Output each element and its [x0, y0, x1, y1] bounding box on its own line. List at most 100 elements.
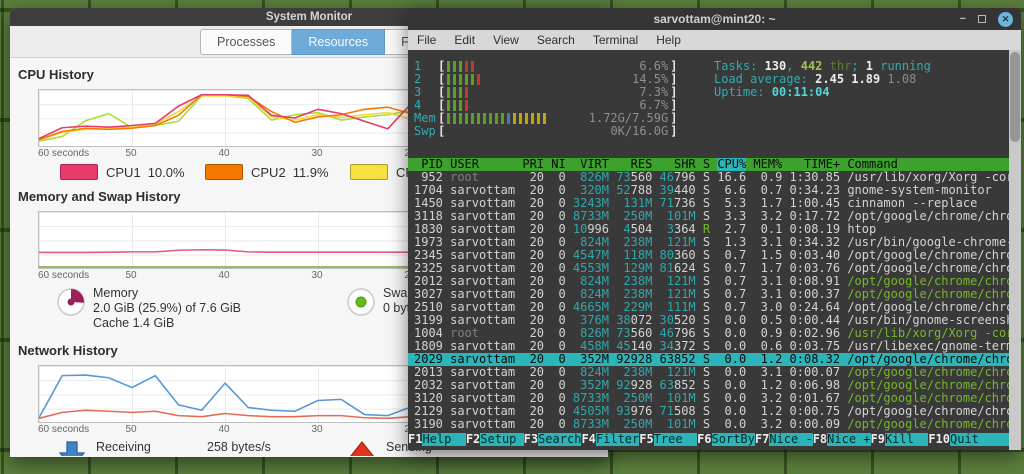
mem-value-low: 504 [630, 223, 653, 236]
cell-user: sarvottam [450, 405, 516, 418]
column-header-shr[interactable]: SHR [660, 158, 696, 171]
menu-item-edit[interactable]: Edit [445, 33, 484, 47]
cell-ni: 0 [558, 197, 566, 210]
process-row[interactable]: 2129 sarvottam 20 0 4505M 93 976 71 508 S 0.0 1.2 0:… [408, 405, 1009, 418]
cell-pid: 2510 [414, 301, 443, 314]
cell-virt: 376M [573, 314, 609, 327]
mem-value-low: 796 [673, 327, 696, 340]
fkey-filter[interactable]: F4 Filter [581, 433, 639, 446]
menu-item-terminal[interactable]: Terminal [584, 33, 647, 47]
process-row[interactable]: 1450 sarvottam 20 0 3243M 131M 71 736 S 5.3 1.7 1:0… [408, 197, 1009, 210]
meter-bar-segment [459, 87, 463, 98]
cell-ni: 0 [558, 288, 566, 301]
menu-item-search[interactable]: Search [528, 33, 584, 47]
fkey-search[interactable]: F3 Search [523, 433, 581, 446]
fkey-nice--[interactable]: F7 Nice - [754, 433, 813, 446]
process-row[interactable]: 1809 sarvottam 20 0 458M 45 140 34 372 S 0.0 0.6 0:0… [408, 340, 1009, 353]
mem-value: 101M [666, 418, 696, 431]
cell-ni: 0 [558, 366, 566, 379]
column-header-cmd[interactable]: Command [847, 158, 1009, 171]
cell-cmd: /opt/google/chrome/chrome --type [847, 301, 1009, 314]
fkey-quit[interactable]: F10 Quit [928, 433, 993, 446]
fkey-setup[interactable]: F2 Setup [465, 433, 524, 446]
scrollbar-thumb[interactable] [1010, 52, 1020, 142]
cell-virt: 4505M [573, 405, 609, 418]
cell-cmd: /opt/google/chrome/chrome --type [847, 418, 1009, 431]
tab-resources[interactable]: Resources [292, 28, 386, 55]
meter-bar: 0K/16.0G [445, 125, 670, 138]
fkey-tree[interactable]: F5 Tree [639, 433, 697, 446]
cell-res: 238M [616, 236, 652, 249]
legend-swatch [205, 164, 243, 180]
minimize-button[interactable]: − [960, 13, 966, 25]
process-row[interactable]: 2510 sarvottam 20 0 4665M 229M 111M S 0.7 3.0 0:24… [408, 301, 1009, 314]
mem-value-high: 46 [659, 327, 674, 340]
process-row[interactable]: 1004 root 20 0 826M 73 560 46 796 S 0.0 0.9 0:02.96 /… [408, 327, 1009, 340]
cell-s: S [702, 366, 711, 379]
tab-processes[interactable]: Processes [200, 28, 293, 55]
column-header-pid[interactable]: PID [414, 158, 443, 171]
axis-tick: 60 seconds [38, 270, 90, 281]
terminal-scrollbar[interactable] [1009, 50, 1021, 450]
fkey-help[interactable]: F1 Help [408, 433, 466, 446]
mem-value-high: 73 [616, 171, 631, 184]
column-header-time[interactable]: TIME+ [790, 158, 840, 171]
cell-cpu: 1.3 [724, 236, 747, 249]
cell-virt: 824M [573, 236, 609, 249]
meter-bar-segment [519, 113, 523, 124]
process-row[interactable]: 3199 sarvottam 20 0 376M 38 072 30 520 S 0.0 0.5 0:0… [408, 314, 1009, 327]
cell-mem: 3.2 [760, 418, 783, 431]
cell-mem: 3.1 [760, 288, 783, 301]
cell-shr: 121M [660, 288, 696, 301]
process-row[interactable]: 2325 sarvottam 20 0 4553M 129M 81 624 S 0.7 1.7 0:0… [408, 262, 1009, 275]
mem-value-high: 80 [659, 249, 674, 262]
fkey-nice-+[interactable]: F8 Nice + [812, 433, 871, 446]
column-header-cpu[interactable]: CPU% [717, 158, 747, 171]
column-header-ni[interactable]: NI [551, 158, 565, 171]
mem-value-high: 71 [659, 405, 674, 418]
cell-cmd: /opt/google/chrome/chrome [847, 288, 1009, 301]
close-button[interactable]: ✕ [998, 11, 1013, 27]
cell-ni: 0 [558, 379, 566, 392]
cell-time: 1:30.85 [789, 171, 841, 184]
system-monitor-title: System Monitor [265, 11, 353, 23]
cell-time: 0:00.07 [789, 366, 841, 379]
fkey-kill[interactable]: F9 Kill [870, 433, 929, 446]
meter-bar-segment [453, 87, 457, 98]
process-row[interactable]: 1830 sarvottam 20 0 10 996 4 504 3 364 R 2.7 0.1 0:08… [408, 223, 1009, 236]
meter-bar-segment [459, 61, 463, 72]
cell-pri: 20 [529, 249, 545, 262]
cell-pri: 20 [529, 314, 545, 327]
mem-value: 118M [623, 249, 653, 262]
column-header-user[interactable]: USER [450, 158, 515, 171]
process-row[interactable]: 1704 sarvottam 20 0 320M 52 788 39 440 S 6.6 0.7 0:3… [408, 184, 1009, 197]
menu-item-help[interactable]: Help [647, 33, 690, 47]
process-row[interactable]: 2345 sarvottam 20 0 4547M 118M 80 360 S 0.7 1.5 0:0… [408, 249, 1009, 262]
column-header-pri[interactable]: PRI [522, 158, 544, 171]
column-header-virt[interactable]: VIRT [573, 158, 609, 171]
menu-item-view[interactable]: View [484, 33, 528, 47]
process-row[interactable]: 2029 sarvottam 20 0 352M 92 928 63 852 S 0.0 1.2 0:0… [408, 353, 1009, 366]
menu-item-file[interactable]: File [408, 33, 445, 47]
column-header-s[interactable]: S [703, 158, 710, 171]
process-row[interactable]: 952 root 20 0 826M 73 560 46 796 S 16.6 0.9 1:30.85 /… [408, 171, 1009, 184]
htop-function-key-bar: F1 Help F2 Setup F3 Search F4 Filter F5 Tree F6… [408, 433, 1009, 446]
process-row[interactable]: 1973 sarvottam 20 0 824M 238M 121M S 1.3 3.1 0:34.… [408, 236, 1009, 249]
terminal-titlebar[interactable]: sarvottam@mint20: ~ − ✕ [408, 8, 1021, 30]
process-row[interactable]: 3120 sarvottam 20 0 8733M 250M 101M S 0.0 3.2 0:01… [408, 392, 1009, 405]
restore-button[interactable] [978, 15, 986, 23]
process-row[interactable]: 2032 sarvottam 20 0 352M 92 928 63 852 S 0.0 1.2 0:0… [408, 379, 1009, 392]
cell-mem: 0.6 [760, 340, 783, 353]
process-row[interactable]: 2013 sarvottam 20 0 824M 238M 121M S 0.0 3.1 0:00.… [408, 366, 1009, 379]
process-row[interactable]: 3190 sarvottam 20 0 8733M 250M 101M S 0.0 3.2 0:00… [408, 418, 1009, 431]
column-header-mem[interactable]: MEM% [753, 158, 782, 171]
cell-s: S [702, 340, 711, 353]
htop-meters: 1[6.6%] 2[14.5%] 3[7.3%] 4[6.7%] Mem[1.72G/7… [414, 60, 677, 138]
swap-dot-icon [345, 286, 379, 321]
process-row[interactable]: 3027 sarvottam 20 0 824M 238M 121M S 0.7 3.1 0:00.… [408, 288, 1009, 301]
process-row[interactable]: 3118 sarvottam 20 0 8733M 250M 101M S 3.3 3.2 0:17… [408, 210, 1009, 223]
mem-value: 250M [623, 418, 653, 431]
column-header-res[interactable]: RES [616, 158, 653, 171]
fkey-sortby[interactable]: F6 SortBy [697, 433, 755, 446]
process-row[interactable]: 2012 sarvottam 20 0 824M 238M 121M S 0.7 3.1 0:08.… [408, 275, 1009, 288]
